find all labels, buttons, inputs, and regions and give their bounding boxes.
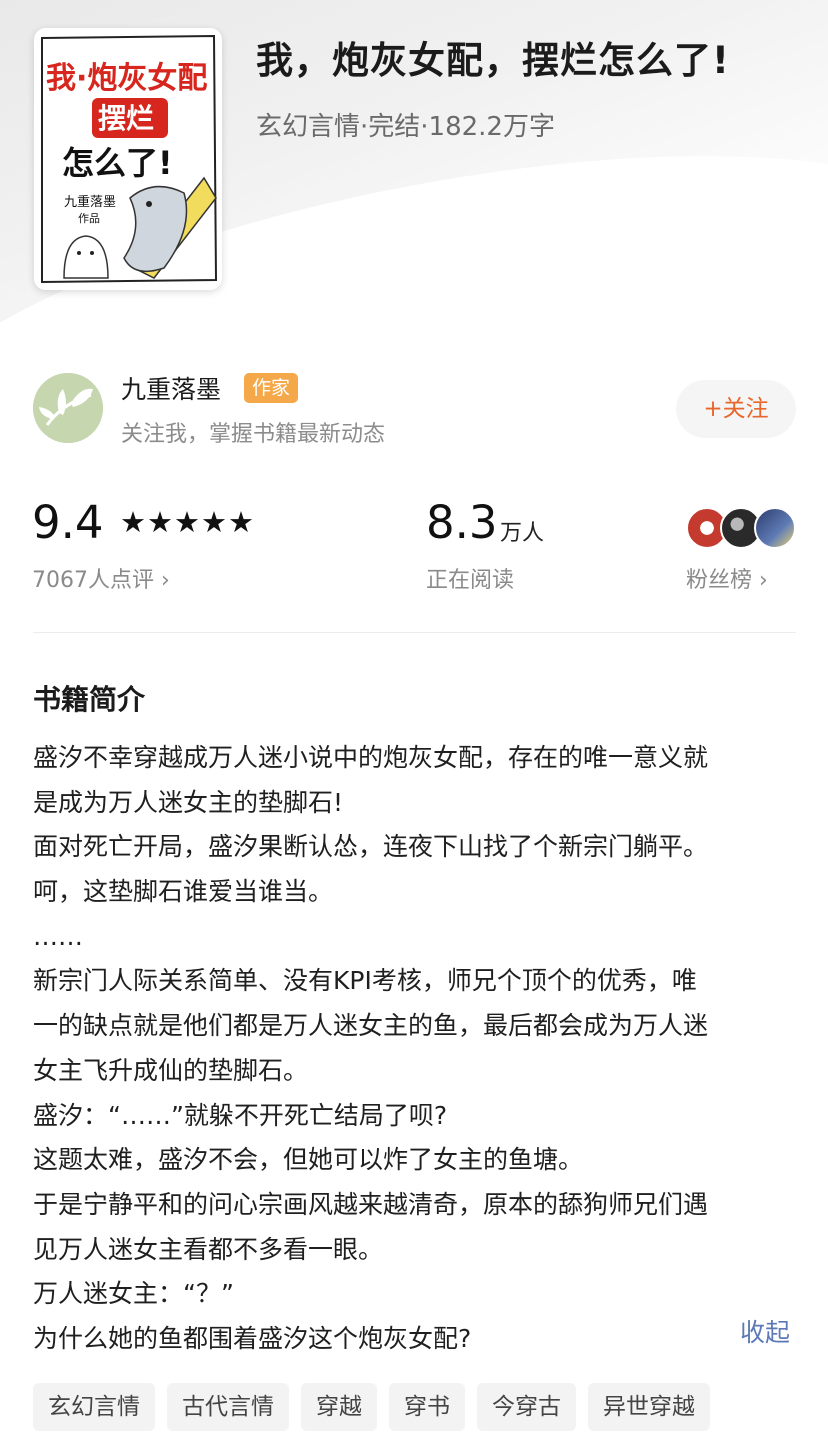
- book-cover[interactable]: 我·炮灰女配 摆烂 怎么了! 九重落墨 作品: [34, 28, 222, 290]
- tag-item[interactable]: 穿书: [389, 1383, 465, 1431]
- tag-item[interactable]: 今穿古: [477, 1383, 576, 1431]
- divider: [33, 632, 796, 633]
- leaf-icon: [33, 373, 103, 443]
- reading-count: 8.3: [426, 496, 498, 549]
- synopsis-line: 盛汐：“……”就躲不开死亡结局了呗?: [33, 1100, 448, 1130]
- collapse-button[interactable]: 收起: [740, 1313, 790, 1349]
- author-description: 关注我，掌握书籍最新动态: [121, 422, 386, 447]
- synopsis-line: 面对死亡开局，盛汐果断认怂，连夜下山找了个新宗门躺平。: [33, 832, 709, 862]
- review-count-link[interactable]: 7067人点评 ›: [32, 562, 170, 594]
- tag-item[interactable]: 玄幻言情: [33, 1383, 155, 1431]
- synopsis-title: 书籍简介: [33, 683, 146, 716]
- reading-label: 正在阅读: [426, 568, 515, 593]
- synopsis-line: 于是宁静平和的问心宗画风越来越清奇，原本的舔狗师兄们遇: [33, 1189, 709, 1219]
- synopsis-line: 万人迷女主：“？”: [33, 1279, 234, 1309]
- tag-item[interactable]: 穿越: [301, 1383, 377, 1431]
- book-meta: 玄幻言情·完结·182.2万字: [256, 112, 555, 142]
- synopsis-line: 为什么她的鱼都围着盛汐这个炮灰女配?: [33, 1323, 472, 1353]
- synopsis-line: 女主飞升成仙的垫脚石。: [33, 1055, 309, 1085]
- rating-stars: ★★★★★: [120, 505, 255, 539]
- cover-title-line1: 我·炮灰女配: [46, 61, 207, 96]
- reading-unit: 万人: [500, 521, 545, 546]
- synopsis-text: 盛汐不幸穿越成万人迷小说中的炮灰女配，存在的唯一意义就 是成为万人迷女主的垫脚石…: [33, 736, 803, 1362]
- fans-ranking-link[interactable]: 粉丝榜 ›: [686, 562, 768, 594]
- synopsis-line: 见万人迷女主看都不多看一眼。: [33, 1234, 384, 1264]
- synopsis-line: 盛汐不幸穿越成万人迷小说中的炮灰女配，存在的唯一意义就: [33, 743, 709, 772]
- synopsis-line: 新宗门人际关系简单、没有KPI考核，师兄个顶个的优秀，唯: [33, 966, 697, 996]
- cover-author-line1: 九重落墨: [64, 194, 116, 210]
- book-cover-illustration: 我·炮灰女配 摆烂 怎么了! 九重落墨 作品: [34, 28, 222, 290]
- author-name[interactable]: 九重落墨: [121, 370, 221, 406]
- tag-list: 玄幻言情 古代言情 穿越 穿书 今穿古 异世穿越: [33, 1383, 710, 1433]
- synopsis-line: 呵，这垫脚石谁爱当谁当。: [33, 877, 334, 907]
- synopsis-line: 是成为万人迷女主的垫脚石!: [33, 787, 344, 817]
- cover-title-line3: 怎么了!: [62, 144, 173, 182]
- author-avatar[interactable]: [33, 373, 103, 443]
- cover-author-line2: 作品: [78, 212, 100, 225]
- tag-item[interactable]: 异世穿越: [588, 1383, 710, 1431]
- synopsis-line: 一的缺点就是他们都是万人迷女主的鱼，最后都会成为万人迷: [33, 1011, 709, 1041]
- fan-avatar: [754, 507, 796, 549]
- follow-button[interactable]: +关注: [676, 380, 796, 438]
- fan-avatars[interactable]: [686, 507, 796, 549]
- cover-title-line2: 摆烂: [98, 102, 154, 135]
- synopsis-line: ……: [33, 921, 83, 951]
- tag-item[interactable]: 古代言情: [167, 1383, 289, 1431]
- book-title: 我，炮灰女配，摆烂怎么了!: [256, 39, 730, 82]
- author-badge: 作家: [244, 373, 299, 403]
- synopsis-line: 这题太难，盛汐不会，但她可以炸了女主的鱼塘。: [33, 1145, 584, 1175]
- rating-score: 9.4: [32, 496, 104, 549]
